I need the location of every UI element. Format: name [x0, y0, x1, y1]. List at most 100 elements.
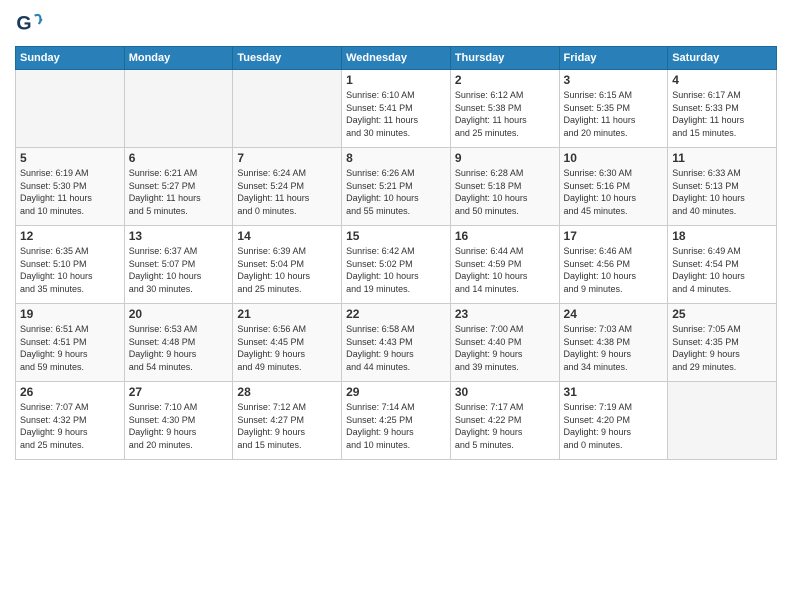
week-row-2: 5 Sunrise: 6:19 AMSunset: 5:30 PMDaylight… — [16, 148, 777, 226]
day-number: 6 — [129, 151, 229, 165]
day-cell: 16 Sunrise: 6:44 AMSunset: 4:59 PMDayligh… — [450, 226, 559, 304]
day-info: Sunrise: 6:33 AMSunset: 5:13 PMDaylight:… — [672, 167, 772, 217]
day-cell: 30 Sunrise: 7:17 AMSunset: 4:22 PMDayligh… — [450, 382, 559, 460]
day-number: 4 — [672, 73, 772, 87]
day-number: 21 — [237, 307, 337, 321]
day-info: Sunrise: 7:14 AMSunset: 4:25 PMDaylight:… — [346, 401, 446, 451]
day-info: Sunrise: 6:24 AMSunset: 5:24 PMDaylight:… — [237, 167, 337, 217]
day-info: Sunrise: 7:12 AMSunset: 4:27 PMDaylight:… — [237, 401, 337, 451]
day-info: Sunrise: 6:46 AMSunset: 4:56 PMDaylight:… — [564, 245, 664, 295]
day-cell — [668, 382, 777, 460]
day-cell: 26 Sunrise: 7:07 AMSunset: 4:32 PMDayligh… — [16, 382, 125, 460]
logo-icon: G — [15, 10, 43, 38]
day-cell: 25Sunrise: 7:05 AMSunset: 4:35 PMDayligh… — [668, 304, 777, 382]
day-cell — [233, 70, 342, 148]
day-cell: 19 Sunrise: 6:51 AMSunset: 4:51 PMDayligh… — [16, 304, 125, 382]
day-cell: 3 Sunrise: 6:15 AMSunset: 5:35 PMDaylight… — [559, 70, 668, 148]
day-number: 25 — [672, 307, 772, 321]
day-info: Sunrise: 6:15 AMSunset: 5:35 PMDaylight:… — [564, 89, 664, 139]
day-info: Sunrise: 6:17 AMSunset: 5:33 PMDaylight:… — [672, 89, 772, 139]
weekday-header-sunday: Sunday — [16, 47, 125, 70]
day-cell: 1Sunrise: 6:10 AMSunset: 5:41 PMDaylight… — [342, 70, 451, 148]
day-cell: 18Sunrise: 6:49 AMSunset: 4:54 PMDayligh… — [668, 226, 777, 304]
day-cell: 23 Sunrise: 7:00 AMSunset: 4:40 PMDayligh… — [450, 304, 559, 382]
day-number: 28 — [237, 385, 337, 399]
day-info: Sunrise: 7:10 AMSunset: 4:30 PMDaylight:… — [129, 401, 229, 451]
day-cell — [16, 70, 125, 148]
day-info: Sunrise: 6:28 AMSunset: 5:18 PMDaylight:… — [455, 167, 555, 217]
day-number: 30 — [455, 385, 555, 399]
day-cell: 11 Sunrise: 6:33 AMSunset: 5:13 PMDayligh… — [668, 148, 777, 226]
day-cell: 31 Sunrise: 7:19 AMSunset: 4:20 PMDayligh… — [559, 382, 668, 460]
week-row-4: 19 Sunrise: 6:51 AMSunset: 4:51 PMDayligh… — [16, 304, 777, 382]
day-info: Sunrise: 6:49 AMSunset: 4:54 PMDaylight:… — [672, 245, 772, 295]
day-cell: 17 Sunrise: 6:46 AMSunset: 4:56 PMDayligh… — [559, 226, 668, 304]
day-number: 29 — [346, 385, 446, 399]
day-cell: 22 Sunrise: 6:58 AMSunset: 4:43 PMDayligh… — [342, 304, 451, 382]
day-info: Sunrise: 7:19 AMSunset: 4:20 PMDaylight:… — [564, 401, 664, 451]
day-number: 22 — [346, 307, 446, 321]
day-number: 23 — [455, 307, 555, 321]
day-info: Sunrise: 6:39 AMSunset: 5:04 PMDaylight:… — [237, 245, 337, 295]
day-info: Sunrise: 7:00 AMSunset: 4:40 PMDaylight:… — [455, 323, 555, 373]
weekday-header-wednesday: Wednesday — [342, 47, 451, 70]
day-number: 3 — [564, 73, 664, 87]
day-number: 31 — [564, 385, 664, 399]
day-info: Sunrise: 7:03 AMSunset: 4:38 PMDaylight:… — [564, 323, 664, 373]
day-cell — [124, 70, 233, 148]
day-cell: 7 Sunrise: 6:24 AMSunset: 5:24 PMDaylight… — [233, 148, 342, 226]
day-number: 8 — [346, 151, 446, 165]
day-number: 26 — [20, 385, 120, 399]
day-number: 11 — [672, 151, 772, 165]
weekday-header-tuesday: Tuesday — [233, 47, 342, 70]
day-cell: 10 Sunrise: 6:30 AMSunset: 5:16 PMDayligh… — [559, 148, 668, 226]
day-number: 27 — [129, 385, 229, 399]
logo: G — [15, 10, 47, 38]
day-cell: 14Sunrise: 6:39 AMSunset: 5:04 PMDayligh… — [233, 226, 342, 304]
day-info: Sunrise: 6:51 AMSunset: 4:51 PMDaylight:… — [20, 323, 120, 373]
day-info: Sunrise: 6:30 AMSunset: 5:16 PMDaylight:… — [564, 167, 664, 217]
day-cell: 24Sunrise: 7:03 AMSunset: 4:38 PMDayligh… — [559, 304, 668, 382]
day-cell: 8 Sunrise: 6:26 AMSunset: 5:21 PMDaylight… — [342, 148, 451, 226]
day-info: Sunrise: 7:17 AMSunset: 4:22 PMDaylight:… — [455, 401, 555, 451]
day-cell: 15Sunrise: 6:42 AMSunset: 5:02 PMDayligh… — [342, 226, 451, 304]
day-info: Sunrise: 6:37 AMSunset: 5:07 PMDaylight:… — [129, 245, 229, 295]
day-cell: 21 Sunrise: 6:56 AMSunset: 4:45 PMDayligh… — [233, 304, 342, 382]
day-number: 16 — [455, 229, 555, 243]
day-info: Sunrise: 6:44 AMSunset: 4:59 PMDaylight:… — [455, 245, 555, 295]
day-info: Sunrise: 6:12 AMSunset: 5:38 PMDaylight:… — [455, 89, 555, 139]
svg-text:G: G — [16, 13, 31, 35]
day-cell: 6Sunrise: 6:21 AMSunset: 5:27 PMDaylight… — [124, 148, 233, 226]
day-info: Sunrise: 6:56 AMSunset: 4:45 PMDaylight:… — [237, 323, 337, 373]
day-info: Sunrise: 6:53 AMSunset: 4:48 PMDaylight:… — [129, 323, 229, 373]
week-row-1: 1Sunrise: 6:10 AMSunset: 5:41 PMDaylight… — [16, 70, 777, 148]
day-info: Sunrise: 6:58 AMSunset: 4:43 PMDaylight:… — [346, 323, 446, 373]
day-cell: 28 Sunrise: 7:12 AMSunset: 4:27 PMDayligh… — [233, 382, 342, 460]
day-number: 9 — [455, 151, 555, 165]
day-cell: 27 Sunrise: 7:10 AMSunset: 4:30 PMDayligh… — [124, 382, 233, 460]
day-cell: 4 Sunrise: 6:17 AMSunset: 5:33 PMDaylight… — [668, 70, 777, 148]
day-number: 7 — [237, 151, 337, 165]
day-cell: 12 Sunrise: 6:35 AMSunset: 5:10 PMDayligh… — [16, 226, 125, 304]
header: G — [15, 10, 777, 38]
day-cell: 13 Sunrise: 6:37 AMSunset: 5:07 PMDayligh… — [124, 226, 233, 304]
day-info: Sunrise: 7:07 AMSunset: 4:32 PMDaylight:… — [20, 401, 120, 451]
day-cell: 20Sunrise: 6:53 AMSunset: 4:48 PMDayligh… — [124, 304, 233, 382]
weekday-header-friday: Friday — [559, 47, 668, 70]
calendar: SundayMondayTuesdayWednesdayThursdayFrid… — [15, 46, 777, 460]
day-number: 2 — [455, 73, 555, 87]
day-number: 13 — [129, 229, 229, 243]
day-info: Sunrise: 6:19 AMSunset: 5:30 PMDaylight:… — [20, 167, 120, 217]
day-number: 15 — [346, 229, 446, 243]
day-cell: 5 Sunrise: 6:19 AMSunset: 5:30 PMDaylight… — [16, 148, 125, 226]
week-row-5: 26 Sunrise: 7:07 AMSunset: 4:32 PMDayligh… — [16, 382, 777, 460]
day-number: 10 — [564, 151, 664, 165]
day-number: 19 — [20, 307, 120, 321]
day-info: Sunrise: 6:35 AMSunset: 5:10 PMDaylight:… — [20, 245, 120, 295]
day-number: 5 — [20, 151, 120, 165]
day-number: 17 — [564, 229, 664, 243]
day-number: 12 — [20, 229, 120, 243]
day-info: Sunrise: 6:26 AMSunset: 5:21 PMDaylight:… — [346, 167, 446, 217]
weekday-header-saturday: Saturday — [668, 47, 777, 70]
day-number: 1 — [346, 73, 446, 87]
